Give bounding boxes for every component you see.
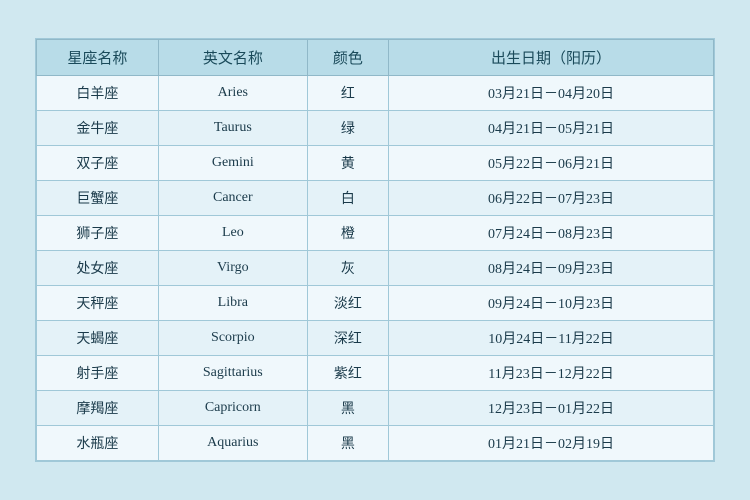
- cell-chinese: 摩羯座: [37, 391, 159, 426]
- header-english-name: 英文名称: [158, 40, 307, 76]
- cell-english: Taurus: [158, 111, 307, 146]
- cell-color: 红: [307, 76, 388, 111]
- cell-chinese: 双子座: [37, 146, 159, 181]
- cell-english: Capricorn: [158, 391, 307, 426]
- cell-english: Libra: [158, 286, 307, 321]
- cell-color: 白: [307, 181, 388, 216]
- cell-color: 黄: [307, 146, 388, 181]
- cell-date: 07月24日－08月23日: [389, 216, 714, 251]
- cell-date: 04月21日－05月21日: [389, 111, 714, 146]
- cell-color: 黑: [307, 426, 388, 461]
- cell-english: Cancer: [158, 181, 307, 216]
- cell-english: Virgo: [158, 251, 307, 286]
- table-row: 白羊座Aries红03月21日－04月20日: [37, 76, 714, 111]
- cell-date: 05月22日－06月21日: [389, 146, 714, 181]
- cell-color: 灰: [307, 251, 388, 286]
- cell-date: 03月21日－04月20日: [389, 76, 714, 111]
- table-row: 天蝎座Scorpio深红10月24日－11月22日: [37, 321, 714, 356]
- table-row: 双子座Gemini黄05月22日－06月21日: [37, 146, 714, 181]
- cell-chinese: 巨蟹座: [37, 181, 159, 216]
- cell-color: 黑: [307, 391, 388, 426]
- cell-chinese: 天秤座: [37, 286, 159, 321]
- cell-color: 深红: [307, 321, 388, 356]
- cell-chinese: 水瓶座: [37, 426, 159, 461]
- cell-english: Sagittarius: [158, 356, 307, 391]
- cell-color: 橙: [307, 216, 388, 251]
- cell-date: 08月24日－09月23日: [389, 251, 714, 286]
- table-row: 天秤座Libra淡红09月24日－10月23日: [37, 286, 714, 321]
- cell-date: 12月23日－01月22日: [389, 391, 714, 426]
- header-chinese-name: 星座名称: [37, 40, 159, 76]
- table-row: 射手座Sagittarius紫红11月23日－12月22日: [37, 356, 714, 391]
- cell-english: Leo: [158, 216, 307, 251]
- cell-english: Scorpio: [158, 321, 307, 356]
- header-color: 颜色: [307, 40, 388, 76]
- cell-date: 10月24日－11月22日: [389, 321, 714, 356]
- zodiac-table-container: 星座名称 英文名称 颜色 出生日期（阳历） 白羊座Aries红03月21日－04…: [35, 38, 715, 462]
- cell-color: 紫红: [307, 356, 388, 391]
- zodiac-table: 星座名称 英文名称 颜色 出生日期（阳历） 白羊座Aries红03月21日－04…: [36, 39, 714, 461]
- cell-chinese: 射手座: [37, 356, 159, 391]
- cell-english: Gemini: [158, 146, 307, 181]
- cell-date: 01月21日－02月19日: [389, 426, 714, 461]
- cell-color: 绿: [307, 111, 388, 146]
- cell-english: Aries: [158, 76, 307, 111]
- cell-date: 09月24日－10月23日: [389, 286, 714, 321]
- table-header-row: 星座名称 英文名称 颜色 出生日期（阳历）: [37, 40, 714, 76]
- table-row: 处女座Virgo灰08月24日－09月23日: [37, 251, 714, 286]
- cell-date: 06月22日－07月23日: [389, 181, 714, 216]
- cell-english: Aquarius: [158, 426, 307, 461]
- table-row: 摩羯座Capricorn黑12月23日－01月22日: [37, 391, 714, 426]
- cell-color: 淡红: [307, 286, 388, 321]
- table-row: 水瓶座Aquarius黑01月21日－02月19日: [37, 426, 714, 461]
- cell-chinese: 金牛座: [37, 111, 159, 146]
- cell-chinese: 白羊座: [37, 76, 159, 111]
- table-row: 巨蟹座Cancer白06月22日－07月23日: [37, 181, 714, 216]
- table-row: 金牛座Taurus绿04月21日－05月21日: [37, 111, 714, 146]
- table-row: 狮子座Leo橙07月24日－08月23日: [37, 216, 714, 251]
- cell-chinese: 天蝎座: [37, 321, 159, 356]
- header-birth-date: 出生日期（阳历）: [389, 40, 714, 76]
- cell-chinese: 狮子座: [37, 216, 159, 251]
- cell-date: 11月23日－12月22日: [389, 356, 714, 391]
- cell-chinese: 处女座: [37, 251, 159, 286]
